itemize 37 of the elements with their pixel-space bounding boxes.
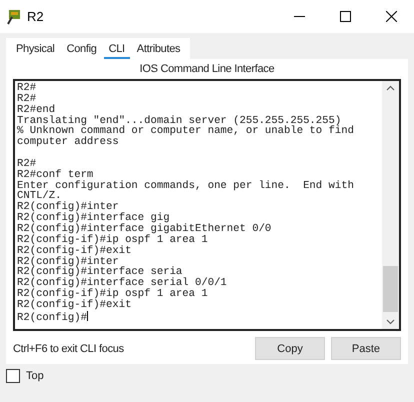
window-title: R2 (27, 9, 45, 24)
console-line: % Unknown command or computer name, or unable to find (17, 126, 355, 138)
console-line: Translating "end"...domain server (255.255.255.255) (17, 116, 342, 126)
console-line: R2(config)#interface gigabitEthernet 0/0 (17, 224, 272, 235)
console-line: R2# (17, 94, 36, 105)
console-line: R2(config)#inter (17, 202, 119, 214)
console-line: R2#end (17, 104, 56, 116)
terminal-console[interactable] (13, 79, 401, 331)
console-line: R2(config-if)#ip ospf 1 area 1 (17, 289, 209, 300)
checkbox-label: Top (26, 370, 44, 382)
console-line: Enter configuration commands, one per line. End with (17, 180, 355, 192)
console-line: R2(config)#interface seria (17, 267, 182, 278)
maximize-icon[interactable] (340, 11, 350, 22)
focus-hint: Ctrl+F6 to exit CLI focus (13, 342, 125, 354)
console-line: R2# (17, 158, 36, 170)
console-line: R2(config)#inter (17, 256, 119, 268)
console-line: R2(config)#interface gig (17, 213, 170, 224)
panel-heading: IOS Command Line Interface (138, 62, 276, 77)
console-line: computer address (17, 137, 120, 148)
close-icon[interactable] (386, 11, 396, 22)
action-button[interactable]: Paste (331, 337, 401, 360)
scrollbar[interactable] (382, 81, 399, 329)
console-line: R2(config-if)#exit (17, 246, 132, 256)
console-line: R2# (17, 83, 38, 94)
console-line: R2(config)# (17, 310, 89, 324)
console-line: R2(config-if)#ip ospf 1 area 1 (17, 234, 209, 246)
console-line: R2(config)#interface serial 0/0/1 (17, 278, 228, 290)
router-icon (6, 8, 22, 24)
scroll-thumb[interactable] (383, 266, 398, 312)
checkbox[interactable] (6, 369, 20, 383)
tab[interactable]: Attributes (132, 40, 186, 59)
console-line: R2#conf term (17, 170, 94, 181)
console-line: CNTL/Z. (17, 191, 62, 202)
console-line: R2(config-if)#exit (17, 300, 132, 311)
action-button[interactable]: Copy (255, 337, 325, 360)
tab[interactable]: Config (62, 40, 102, 59)
tab[interactable]: Physical (11, 40, 60, 59)
